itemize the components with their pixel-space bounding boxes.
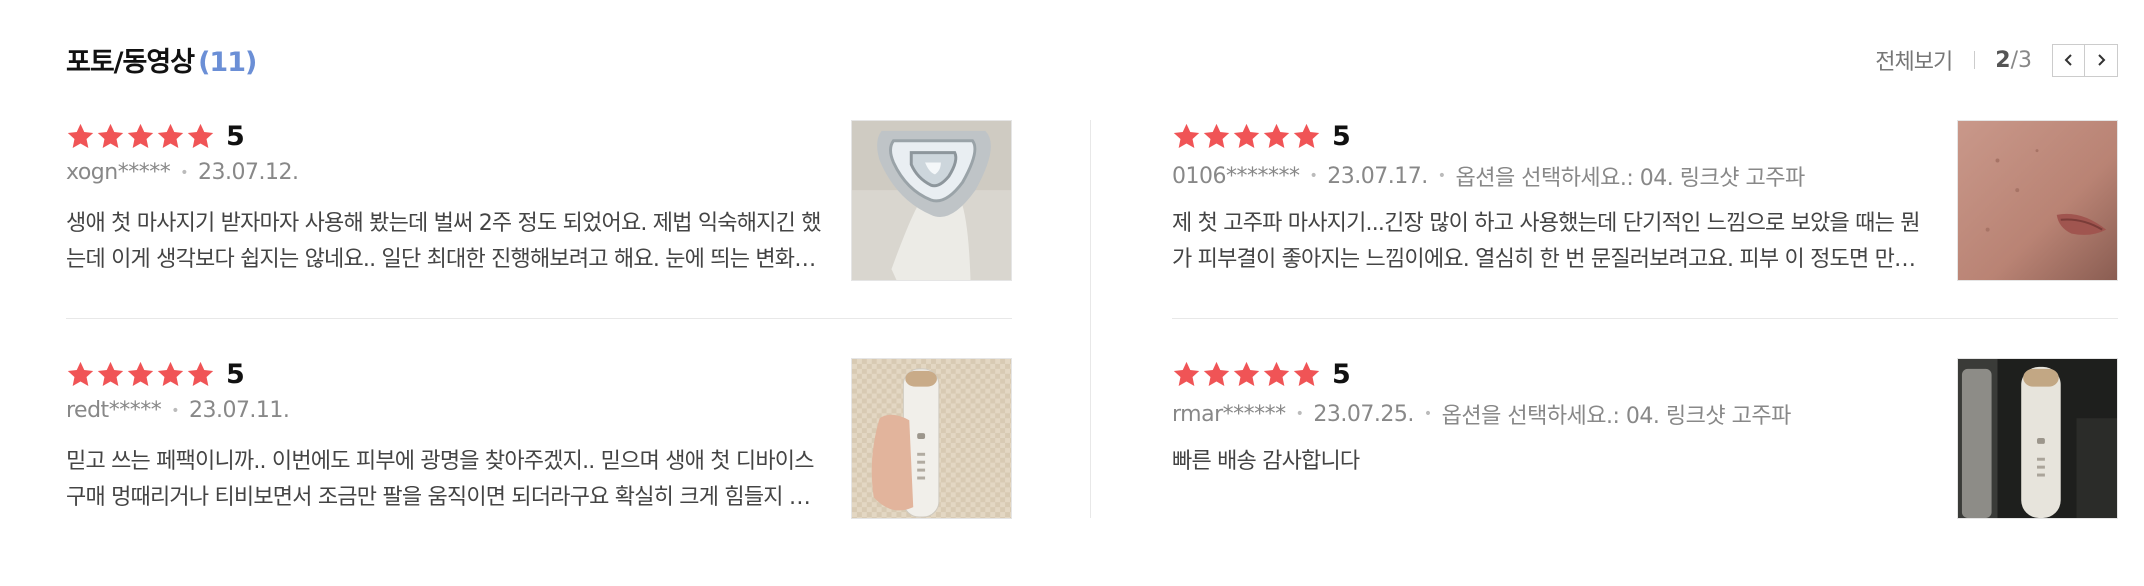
star-icon [1172,360,1201,389]
star-icon [1232,360,1261,389]
review-meta: 0106******* • 23.07.17. • 옵션을 선택하세요.: 04… [1172,160,1912,192]
skin-closeup-photo [1958,121,2117,280]
star-icon [66,122,95,151]
review-text: 믿고 쓰는 페팩이니까.. 이번에도 피부에 광명을 찾아주겠지.. 믿으며 생… [66,449,814,510]
star-icon [156,360,185,389]
header-controls: 전체보기 2/3 [1875,40,2118,80]
review-date: 23.07.25. [1313,401,1414,427]
row-divider-left [66,318,1012,319]
star-icon [96,360,125,389]
chevron-right-icon [2098,54,2106,66]
star-icon [126,360,155,389]
column-divider [1090,120,1091,518]
review-date: 23.07.17. [1327,163,1428,189]
star-icon [1262,360,1291,389]
rating-score: 5 [1332,358,1351,390]
star-icon [186,122,215,151]
reviewer-id: rmar****** [1172,401,1286,427]
review-date: 23.07.12. [197,160,299,185]
review-item[interactable]: 5 xogn***** • 23.07.12. 생애 첫 마사지기 받자마자 사… [66,120,1012,282]
review-meta: xogn***** • 23.07.12. [66,160,806,185]
device-head-photo [852,121,1011,280]
device-standing-photo [1958,359,2117,518]
star-icon [1202,122,1231,151]
review-count: (11) [198,47,257,78]
chevron-left-icon [2064,54,2072,66]
star-icon [126,122,155,151]
star-rating: 5 [66,120,245,152]
row-divider-right [1172,318,2118,319]
star-icon [96,122,125,151]
review-photo-thumbnail[interactable] [851,120,1012,281]
star-icon [1262,122,1291,151]
rating-score: 5 [226,120,245,152]
meta-separator: • [1423,406,1432,422]
meta-separator: • [180,164,188,181]
star-icon [1232,122,1261,151]
photo-review-header: 포토/동영상 (11) 전체보기 2/3 [66,40,2118,84]
star-rating: 5 [1172,358,1351,390]
page-total: /3 [2010,47,2032,73]
review-item[interactable]: 5 rmar****** • 23.07.25. • 옵션을 선택하세요.: 0… [1172,358,2118,520]
rating-score: 5 [1332,120,1351,152]
page-indicator: 2/3 [1995,48,2032,73]
meta-separator: • [1437,168,1446,184]
review-item[interactable]: 5 0106******* • 23.07.17. • 옵션을 선택하세요.: … [1172,120,2118,282]
meta-separator: • [1309,168,1318,184]
star-rating: 5 [66,358,245,390]
section-title: 포토/동영상 (11) [66,40,257,79]
prev-page-button[interactable] [2052,43,2085,77]
review-option: 옵션을 선택하세요.: 04. 링크샷 고주파 [1455,166,1805,191]
star-icon [1292,122,1321,151]
review-photo-thumbnail[interactable] [851,358,1012,519]
meta-separator: • [171,402,179,419]
review-meta: redt***** • 23.07.11. [66,398,806,423]
reviewer-id: 0106******* [1172,163,1300,189]
reviewer-id: redt***** [66,398,162,423]
review-meta: rmar****** • 23.07.25. • 옵션을 선택하세요.: 04.… [1172,398,1912,430]
section-title-label: 포토/동영상 [66,47,195,78]
header-divider [1974,51,1976,69]
review-item[interactable]: 5 redt***** • 23.07.11. 믿고 쓰는 페팩이니까.. 이번… [66,358,1012,520]
star-icon [186,360,215,389]
review-date: 23.07.11. [188,398,290,423]
review-text: 생애 첫 마사지기 받자마자 사용해 봤는데 벌써 2주 정도 되었어요. 제법… [66,211,821,272]
star-icon [1172,122,1201,151]
review-photo-thumbnail[interactable] [1957,120,2118,281]
device-in-hand-photo [852,359,1011,518]
rating-score: 5 [226,358,245,390]
star-icon [66,360,95,389]
meta-separator: • [1295,406,1304,422]
pagination-buttons [2052,43,2118,77]
star-icon [1202,360,1231,389]
star-icon [156,122,185,151]
review-photo-thumbnail[interactable] [1957,358,2118,519]
star-icon [1292,360,1321,389]
review-option: 옵션을 선택하세요.: 04. 링크샷 고주파 [1441,404,1791,429]
next-page-button[interactable] [2085,43,2118,77]
view-all-link[interactable]: 전체보기 [1875,44,1953,76]
reviewer-id: xogn***** [66,160,171,185]
review-text: 빠른 배송 감사합니다 [1172,449,1360,474]
page-current: 2 [1995,47,2011,73]
star-rating: 5 [1172,120,1351,152]
review-text: 제 첫 고주파 마사지기...긴장 많이 하고 사용했는데 단기적인 느낌으로 … [1172,211,1920,272]
